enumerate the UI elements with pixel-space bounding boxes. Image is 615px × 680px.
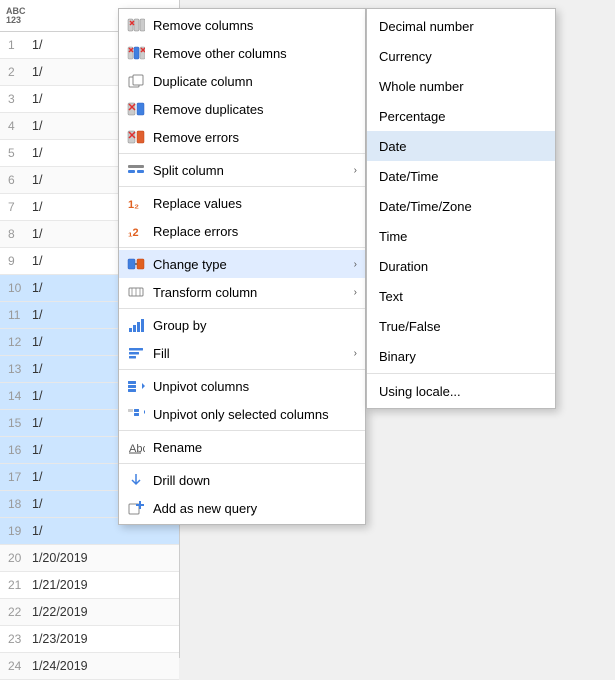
menu-item-remove-duplicates[interactable]: Remove duplicates	[119, 95, 365, 123]
rename-icon: Abc	[127, 438, 145, 456]
menu-item-replace-errors[interactable]: ₁2 Replace errors	[119, 217, 365, 245]
unpivot-only-selected-icon	[127, 405, 145, 423]
submenu-item-datetime[interactable]: Date/Time	[367, 161, 555, 191]
currency-label: Currency	[379, 49, 432, 64]
submenu-arrow-icon: ›	[354, 259, 357, 270]
menu-divider	[119, 308, 365, 309]
submenu-item-whole-number[interactable]: Whole number	[367, 71, 555, 101]
submenu-item-text[interactable]: Text	[367, 281, 555, 311]
add-as-new-query-icon	[127, 499, 145, 517]
menu-item-split-column[interactable]: Split column ›	[119, 156, 365, 184]
date-label: Date	[379, 139, 406, 154]
replace-values-label: Replace values	[153, 196, 357, 211]
menu-item-duplicate-column[interactable]: Duplicate column	[119, 67, 365, 95]
menu-item-drill-down[interactable]: Drill down	[119, 466, 365, 494]
menu-item-unpivot-columns[interactable]: Unpivot columns	[119, 372, 365, 400]
datetimezone-label: Date/Time/Zone	[379, 199, 472, 214]
menu-divider	[119, 463, 365, 464]
using-locale-label: Using locale...	[379, 384, 461, 399]
group-by-label: Group by	[153, 318, 357, 333]
percentage-label: Percentage	[379, 109, 446, 124]
change-type-label: Change type	[153, 257, 346, 272]
menu-item-rename[interactable]: Abc Rename	[119, 433, 365, 461]
remove-errors-label: Remove errors	[153, 130, 357, 145]
menu-divider	[119, 369, 365, 370]
remove-duplicates-label: Remove duplicates	[153, 102, 357, 117]
menu-item-change-type[interactable]: Change type ›	[119, 250, 365, 278]
submenu-arrow-icon: ›	[354, 165, 357, 176]
table-row: 231/23/2019	[0, 626, 179, 653]
submenu-item-datetimezone[interactable]: Date/Time/Zone	[367, 191, 555, 221]
menu-item-remove-other-columns[interactable]: Remove other columns	[119, 39, 365, 67]
menu-item-unpivot-only-selected[interactable]: Unpivot only selected columns	[119, 400, 365, 428]
submenu-item-percentage[interactable]: Percentage	[367, 101, 555, 131]
submenu-item-true-false[interactable]: True/False	[367, 311, 555, 341]
split-column-label: Split column	[153, 163, 346, 178]
submenu-item-binary[interactable]: Binary	[367, 341, 555, 371]
remove-columns-label: Remove columns	[153, 18, 357, 33]
submenu-arrow-icon: ›	[354, 348, 357, 359]
table-row: 221/22/2019	[0, 599, 179, 626]
replace-errors-icon: ₁2	[127, 222, 145, 240]
rename-label: Rename	[153, 440, 357, 455]
duplicate-column-icon	[127, 72, 145, 90]
replace-errors-label: Replace errors	[153, 224, 357, 239]
decimal-number-label: Decimal number	[379, 19, 474, 34]
fill-icon	[127, 344, 145, 362]
menu-item-remove-columns[interactable]: Remove columns	[119, 11, 365, 39]
menu-divider	[119, 186, 365, 187]
submenu-arrow-icon: ›	[354, 287, 357, 298]
submenu-item-decimal-number[interactable]: Decimal number	[367, 11, 555, 41]
transform-column-icon	[127, 283, 145, 301]
context-menu[interactable]: Remove columns Remove other columns Duplic…	[118, 8, 366, 525]
menu-item-replace-values[interactable]: 1₂ Replace values	[119, 189, 365, 217]
menu-item-transform-column[interactable]: Transform column ›	[119, 278, 365, 306]
group-by-icon	[127, 316, 145, 334]
menu-item-group-by[interactable]: Group by	[119, 311, 365, 339]
table-row: 201/20/2019	[0, 545, 179, 572]
menu-item-fill[interactable]: Fill ›	[119, 339, 365, 367]
menu-item-remove-errors[interactable]: Remove errors	[119, 123, 365, 151]
unpivot-only-selected-label: Unpivot only selected columns	[153, 407, 357, 422]
remove-columns-icon	[127, 16, 145, 34]
unpivot-columns-icon	[127, 377, 145, 395]
column-type-icon: ABC 123	[6, 7, 26, 25]
text-label: Text	[379, 289, 403, 304]
remove-other-columns-icon	[127, 44, 145, 62]
submenu-item-currency[interactable]: Currency	[367, 41, 555, 71]
whole-number-label: Whole number	[379, 79, 464, 94]
menu-item-add-as-new-query[interactable]: Add as new query	[119, 494, 365, 522]
table-row: 241/24/2019	[0, 653, 179, 680]
duration-label: Duration	[379, 259, 428, 274]
drill-down-icon	[127, 471, 145, 489]
transform-column-label: Transform column	[153, 285, 346, 300]
duplicate-column-label: Duplicate column	[153, 74, 357, 89]
datetime-label: Date/Time	[379, 169, 438, 184]
submenu-item-using-locale[interactable]: Using locale...	[367, 376, 555, 406]
svg-text:₁2: ₁2	[128, 227, 139, 239]
submenu-divider	[367, 373, 555, 374]
submenu-item-duration[interactable]: Duration	[367, 251, 555, 281]
remove-errors-icon	[127, 128, 145, 146]
replace-values-icon: 1₂	[127, 194, 145, 212]
true-false-label: True/False	[379, 319, 441, 334]
time-label: Time	[379, 229, 407, 244]
submenu-item-date[interactable]: Date	[367, 131, 555, 161]
split-column-icon	[127, 161, 145, 179]
svg-text:1₂: 1₂	[128, 199, 139, 211]
change-type-icon	[127, 255, 145, 273]
submenu-change-type[interactable]: Decimal number Currency Whole number Percen…	[366, 8, 556, 409]
menu-divider	[119, 430, 365, 431]
fill-label: Fill	[153, 346, 346, 361]
submenu-item-time[interactable]: Time	[367, 221, 555, 251]
remove-other-columns-label: Remove other columns	[153, 46, 357, 61]
remove-duplicates-icon	[127, 100, 145, 118]
menu-divider	[119, 247, 365, 248]
unpivot-columns-label: Unpivot columns	[153, 379, 357, 394]
menu-divider	[119, 153, 365, 154]
drill-down-label: Drill down	[153, 473, 357, 488]
binary-label: Binary	[379, 349, 416, 364]
add-as-new-query-label: Add as new query	[153, 501, 357, 516]
table-row: 211/21/2019	[0, 572, 179, 599]
